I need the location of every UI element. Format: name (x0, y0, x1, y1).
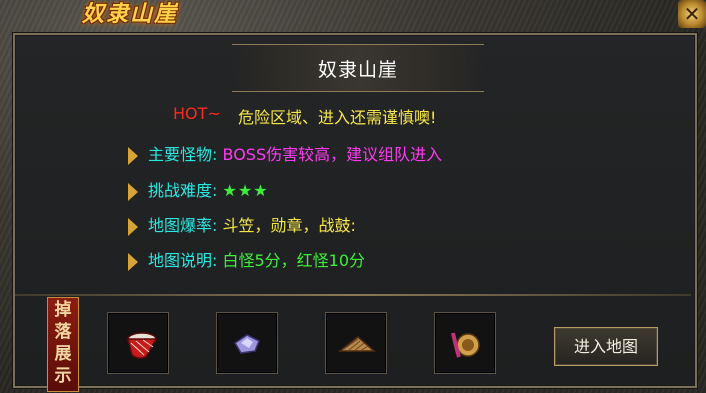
drop-slot[interactable] (107, 312, 169, 374)
hot-label: HOT~ (173, 104, 221, 123)
drop-slot[interactable] (216, 312, 278, 374)
medal-icon (451, 332, 480, 358)
drop-slot[interactable] (325, 312, 387, 374)
info-label: 地图说明: (148, 251, 218, 270)
info-row-description: 地图说明: 白怪5分，红怪10分 (128, 247, 365, 271)
section-divider (15, 294, 691, 296)
close-button[interactable]: ✕ (678, 0, 706, 28)
map-name: 奴隶山崖 (317, 59, 398, 81)
info-value: 白怪5分，红怪10分 (222, 251, 366, 270)
window-title: 奴隶山崖 (82, 2, 179, 27)
arrow-icon (128, 252, 138, 271)
gem-icon (233, 334, 260, 354)
info-label: 地图爆率: (148, 216, 218, 235)
war-drum-icon (127, 332, 158, 359)
info-row-monsters: 主要怪物: BOSS伤害较高，建议组队进入 (128, 141, 442, 165)
info-row-droprate: 地图爆率: 斗笠，勋章，战鼓: (128, 212, 356, 236)
bamboo-hat-icon (337, 336, 376, 352)
arrow-icon (128, 217, 138, 236)
info-row-difficulty: 挑战难度: ★★★ (128, 177, 269, 201)
difficulty-stars: ★★★ (222, 181, 269, 200)
hot-message: 危险区域、进入还需谨慎噢! (238, 108, 437, 127)
drop-slot[interactable] (434, 312, 496, 374)
info-label: 挑战难度: (148, 181, 218, 200)
enter-map-button[interactable]: 进入地图 (554, 327, 658, 366)
drop-display-banner: 掉落展示 (47, 297, 79, 392)
arrow-icon (128, 182, 138, 201)
info-value: 斗笠，勋章，战鼓: (222, 216, 356, 235)
info-label: 主要怪物: (148, 145, 218, 164)
info-value: BOSS伤害较高，建议组队进入 (222, 145, 443, 164)
arrow-icon (128, 146, 138, 165)
